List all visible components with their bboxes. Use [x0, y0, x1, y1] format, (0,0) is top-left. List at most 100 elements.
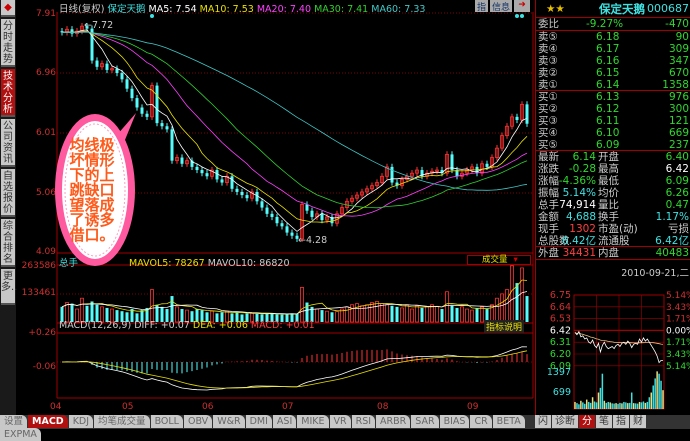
volume-bar — [400, 307, 404, 323]
tab-panel[interactable]: 分 — [579, 415, 595, 428]
stat-value: 1.17% — [655, 211, 689, 223]
volume-bar — [390, 305, 394, 322]
level-label: 买① — [538, 91, 558, 103]
callout-line: 借口。 — [69, 226, 115, 244]
candle — [485, 163, 489, 167]
indicator-button[interactable]: 指 — [475, 0, 489, 13]
intraday-pct-tick: 0.00% — [666, 326, 690, 336]
level-price: 6.17 — [596, 43, 620, 55]
stat-row: 最新 6.14 开盘 6.40 — [536, 151, 690, 163]
indicator-tabs: 设置 MACD KDJ 均笔成交量 BOLL OBV W&R DMI ASI MIKE VR RSI A… — [0, 415, 535, 441]
macd-label: MACD(12,26,9) — [59, 320, 132, 331]
intraday-pct-tick: 1.71% — [666, 315, 690, 325]
volume-bar — [325, 310, 329, 323]
outer-value: 34431 — [562, 247, 596, 259]
candle — [155, 85, 159, 124]
level-price: 6.11 — [596, 115, 620, 127]
tab-indicator[interactable]: SAR — [411, 415, 439, 428]
tab-panel[interactable]: 笔 — [596, 415, 612, 428]
candle — [275, 216, 279, 224]
x-tick: 05 — [122, 402, 134, 412]
candle — [125, 79, 129, 89]
stat-row: 金额 4,688 换手 1.17% — [536, 211, 690, 223]
candle — [95, 60, 99, 67]
tab-indicator[interactable]: DMI — [245, 415, 272, 428]
intraday-volume-tick: 699 — [553, 387, 571, 398]
tab-panel[interactable]: 诊断 — [552, 415, 578, 428]
weibi-diff: -470 — [665, 18, 689, 30]
candle — [240, 191, 244, 196]
order-book-row: 卖② 6.15 670 — [536, 67, 690, 79]
stat-value: 4,688 — [565, 211, 596, 223]
candle — [220, 179, 224, 183]
order-book-row: 买② 6.12 300 — [536, 103, 690, 115]
indicator-select[interactable]: 成交量 ▾ — [467, 255, 531, 265]
tab-indicator[interactable]: CR — [470, 415, 492, 428]
tab-indicator[interactable]: 设置 — [0, 415, 28, 428]
candle — [105, 63, 109, 70]
volume-bar — [375, 301, 379, 323]
level-label: 卖② — [538, 67, 558, 79]
volume-bar — [475, 307, 479, 322]
intraday-pct-tick: 5.14% — [666, 291, 690, 301]
tab-indicator[interactable]: MACD — [28, 415, 68, 428]
candle — [235, 188, 239, 192]
level-price: 6.15 — [596, 67, 620, 79]
stat-label: 金额 — [538, 211, 559, 223]
volume-bar — [500, 293, 504, 323]
order-book-row: 卖③ 6.16 347 — [536, 55, 690, 67]
volume-bar — [525, 296, 529, 322]
intraday-volume-tick: 1397 — [547, 367, 571, 378]
intraday-chart[interactable]: 6.756.646.536.426.316.206.095.14%3.43%1.… — [536, 285, 690, 415]
event-marker-icon — [520, 14, 524, 18]
info-button[interactable]: 信息 — [490, 0, 513, 13]
outer-label: 外盘 — [538, 247, 559, 259]
volume-bar — [300, 287, 304, 323]
tab-indicator[interactable]: W&R — [213, 415, 245, 428]
tab-indicator[interactable]: EXPMA — [0, 428, 41, 441]
volume-bar — [405, 304, 409, 323]
tab-indicator[interactable]: 均笔成交量 — [94, 415, 150, 428]
candle — [270, 213, 274, 217]
tab-indicator[interactable]: KDJ — [68, 415, 94, 428]
stat-value: 6.09 — [665, 175, 689, 187]
tab-panel[interactable]: 闪 — [535, 415, 551, 428]
tab-indicator[interactable]: BIAS — [439, 415, 470, 428]
quote-stock-code: 000687 — [647, 2, 689, 15]
level-label: 买④ — [538, 127, 558, 139]
level-volume: 669 — [668, 127, 689, 139]
tab-indicator[interactable]: VR — [329, 415, 351, 428]
weibi-row: 委比 -9.27% -470 — [536, 18, 690, 30]
stat-value: 6.42 — [665, 163, 689, 175]
level-volume: 309 — [668, 43, 689, 55]
x-tick: 08 — [377, 402, 389, 412]
intraday-price-tick: 6.42 — [550, 325, 571, 336]
quote-stock-name: 保定天鹅 — [599, 2, 645, 16]
candle — [205, 173, 209, 177]
ma5-value: MA5: 7.54 — [148, 4, 197, 15]
high-value: 7.72 — [91, 20, 114, 31]
tab-indicator[interactable]: BOLL — [150, 415, 183, 428]
tab-indicator[interactable]: RSI — [351, 415, 376, 428]
tab-indicator[interactable]: ASI — [272, 415, 297, 428]
indicator-help-button[interactable]: 指标说明 — [484, 320, 525, 333]
close-arrow-icon[interactable]: ➜ — [514, 0, 530, 12]
level-label: 买② — [538, 103, 558, 115]
macd-value: MACD: +0.01 — [250, 320, 315, 331]
order-book-row: 买① 6.13 976 — [536, 91, 690, 103]
tab-indicator[interactable]: BETA — [492, 415, 525, 428]
stat-label: 市盈(动) — [598, 223, 638, 235]
stat-label: 总手 — [538, 199, 559, 211]
intraday-price-tick: 6.20 — [550, 349, 571, 360]
level-label: 卖④ — [538, 43, 558, 55]
tab-panel[interactable]: 财 — [630, 415, 646, 428]
volume-bar — [380, 303, 384, 323]
candle — [165, 126, 169, 130]
stat-label: 最高 — [598, 163, 619, 175]
tab-indicator[interactable]: MIKE — [297, 415, 329, 428]
tab-indicator[interactable]: OBV — [183, 415, 213, 428]
candle — [200, 170, 204, 174]
level-volume: 300 — [668, 103, 689, 115]
tab-panel[interactable]: 指 — [613, 415, 629, 428]
tab-indicator[interactable]: ARBR — [376, 415, 411, 428]
